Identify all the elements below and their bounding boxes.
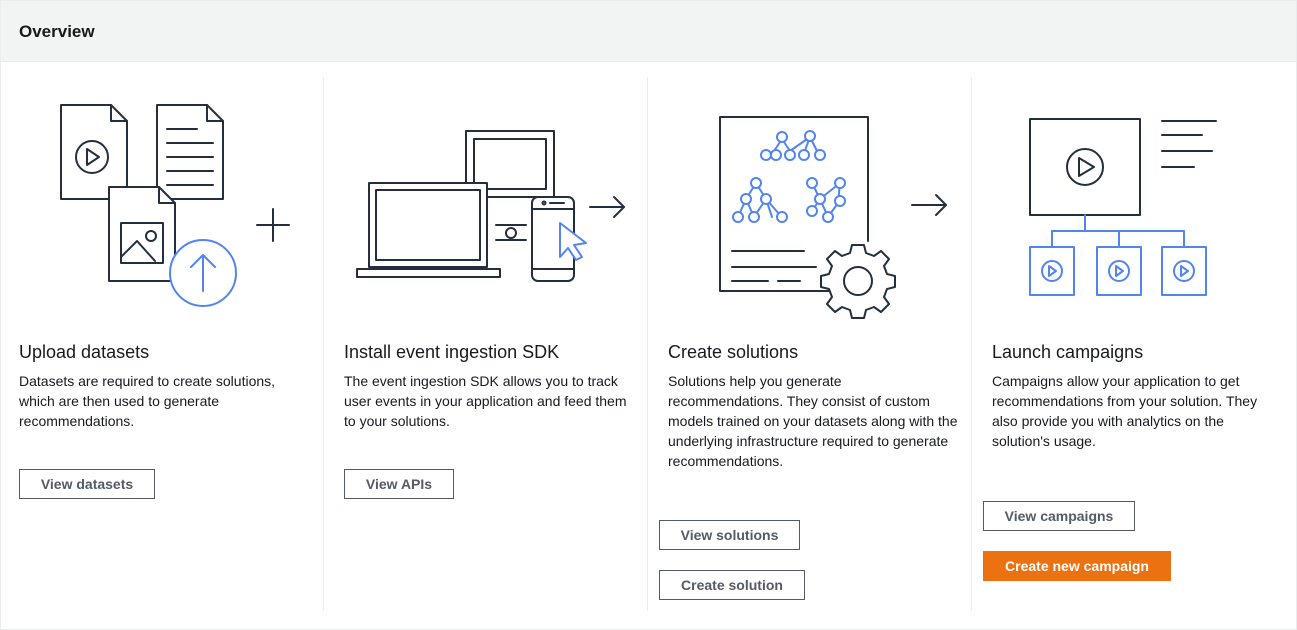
panel-title: Overview xyxy=(19,22,95,41)
step-description: Solutions help you generate recommendati… xyxy=(668,373,958,469)
view-datasets-button[interactable]: View datasets xyxy=(19,469,155,499)
step-title: Install event ingestion SDK xyxy=(344,342,560,362)
launch-campaigns-illustration xyxy=(1029,118,1217,296)
create-solution-button[interactable]: Create solution xyxy=(659,570,805,600)
step-description: Campaigns allow your application to get … xyxy=(992,373,1258,449)
step-launch-campaigns: Launch campaigns Campaigns allow your ap… xyxy=(971,77,1297,611)
view-apis-button[interactable]: View APIs xyxy=(344,469,454,499)
view-solutions-button[interactable]: View solutions xyxy=(659,520,800,550)
step-upload-datasets: Upload datasets Datasets are required to… xyxy=(1,77,323,611)
upload-datasets-illustration xyxy=(60,104,290,307)
step-title: Launch campaigns xyxy=(992,342,1144,362)
step-title: Create solutions xyxy=(668,342,799,362)
step-description: Datasets are required to create solution… xyxy=(19,373,276,429)
step-description: The event ingestion SDK allows you to tr… xyxy=(344,373,627,429)
create-new-campaign-button[interactable]: Create new campaign xyxy=(983,551,1171,581)
step-install-sdk: Install event ingestion SDK The event in… xyxy=(323,77,648,611)
overview-panel: Overview Upload datasets Datasets are re… xyxy=(0,0,1297,630)
install-sdk-illustration xyxy=(356,130,625,282)
step-create-solutions: Create solutions Solutions help you gene… xyxy=(647,77,972,611)
panel-header: Overview xyxy=(1,1,1296,62)
view-campaigns-button[interactable]: View campaigns xyxy=(983,501,1135,531)
create-solutions-illustration xyxy=(719,116,947,319)
step-title: Upload datasets xyxy=(19,342,150,362)
